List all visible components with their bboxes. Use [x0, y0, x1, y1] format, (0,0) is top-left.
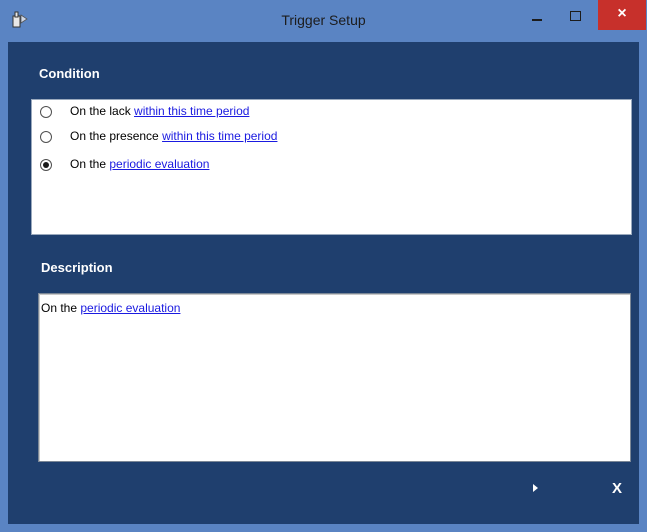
description-text: On the periodic evaluation	[41, 301, 180, 315]
minimize-button[interactable]	[522, 6, 552, 28]
option-lack-prefix: On the lack	[70, 104, 135, 118]
option-periodic-evaluation-link[interactable]: periodic evaluation	[109, 157, 209, 171]
close-button[interactable]: ×	[598, 0, 646, 30]
radio-lack[interactable]	[40, 106, 52, 118]
cancel-button[interactable]: X	[606, 478, 628, 500]
option-presence-period-link[interactable]: within this time period	[162, 129, 277, 143]
maximize-button[interactable]	[560, 6, 590, 28]
play-icon[interactable]	[528, 480, 544, 496]
radio-presence[interactable]	[40, 131, 52, 143]
option-presence-prefix: On the presence	[70, 129, 163, 143]
description-periodic-evaluation-link[interactable]: periodic evaluation	[80, 301, 180, 315]
condition-option-periodic[interactable]: On the periodic evaluation	[32, 156, 622, 174]
condition-option-presence[interactable]: On the presence within this time period	[32, 128, 622, 146]
option-periodic-prefix: On the	[70, 157, 110, 171]
trigger-setup-window: Trigger Setup × Condition On the lack wi…	[0, 0, 647, 532]
description-label: Description	[41, 260, 113, 275]
title-bar[interactable]: Trigger Setup ×	[0, 0, 647, 42]
condition-label: Condition	[39, 66, 100, 81]
condition-list: On the lack within this time period On t…	[31, 99, 632, 235]
radio-periodic[interactable]	[40, 159, 52, 171]
option-lack-period-link[interactable]: within this time period	[134, 104, 249, 118]
condition-option-lack[interactable]: On the lack within this time period	[32, 103, 622, 121]
description-panel: On the periodic evaluation	[38, 293, 631, 462]
description-prefix: On the	[41, 301, 81, 315]
